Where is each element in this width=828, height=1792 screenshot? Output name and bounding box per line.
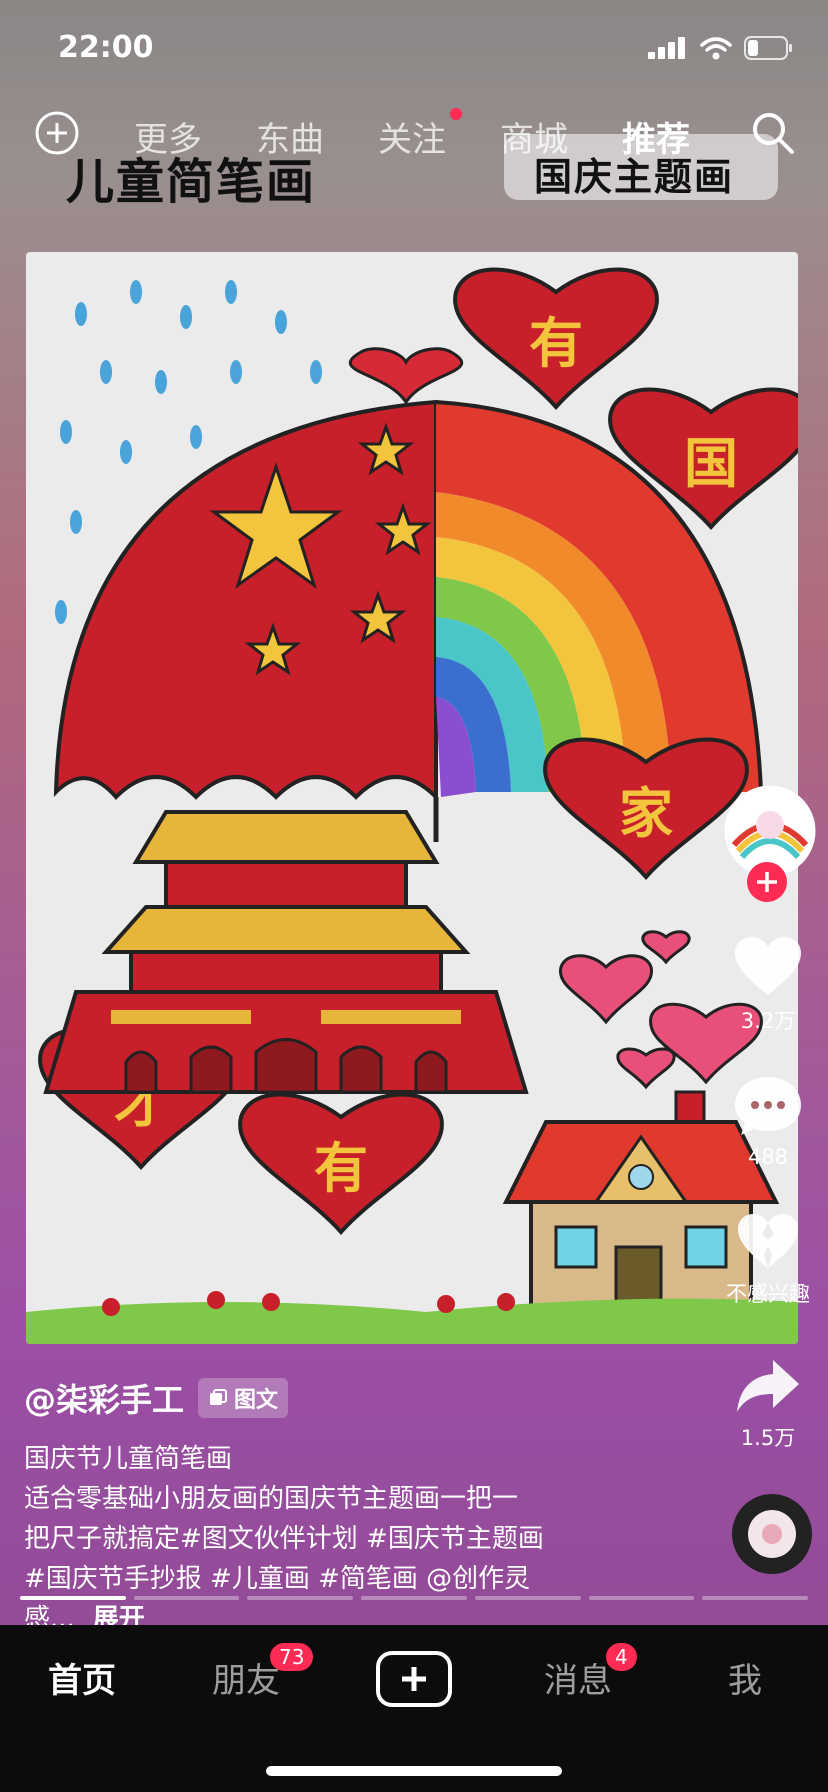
top-nav: 更多 东曲 关注 商城 推荐 — [0, 100, 828, 190]
carousel-segment — [588, 1596, 695, 1600]
heart-char-2: 国 — [684, 432, 738, 495]
images-icon — [210, 1389, 228, 1405]
music-disc-icon[interactable] — [730, 1492, 814, 1576]
share-count: 1.5万 — [740, 1426, 796, 1450]
carousel-segment — [474, 1596, 581, 1600]
post-type-chip: 图文 — [198, 1378, 289, 1418]
create-post-button[interactable] — [376, 1651, 452, 1707]
caption-line-1: 国庆节儿童简笔画 — [24, 1444, 233, 1474]
share-action[interactable]: 1.5万 — [718, 1358, 818, 1452]
like-action[interactable]: 3.2万 — [718, 935, 818, 1035]
search-icon[interactable] — [750, 110, 796, 156]
heart-char-3: 家 — [619, 782, 673, 845]
messages-badge: 4 — [606, 1643, 637, 1671]
heart-icon[interactable] — [733, 935, 803, 997]
status-icons — [648, 36, 794, 60]
home-indicator — [266, 1766, 562, 1776]
tab-mall[interactable]: 商城 — [500, 112, 568, 161]
comment-icon[interactable] — [733, 1075, 803, 1137]
caption-line-2: 适合零基础小朋友画的国庆节主题画一把一 — [24, 1484, 519, 1514]
carousel-segment — [20, 1596, 126, 1600]
status-bar: 22:00 — [0, 0, 828, 100]
tab-recommend[interactable]: 推荐 — [622, 112, 690, 161]
tab-home[interactable]: 首页 — [48, 1653, 116, 1702]
share-icon[interactable] — [735, 1358, 801, 1414]
caption-line-4: #国庆节手抄报 #儿童画 #简笔画 @创作灵 — [24, 1564, 531, 1594]
add-icon[interactable] — [34, 110, 80, 156]
author-row: @柒彩手工 图文 — [24, 1375, 624, 1421]
battery-icon — [744, 36, 792, 60]
tab-more[interactable]: 更多 — [134, 112, 202, 161]
not-interested-action[interactable]: 不感兴趣 — [718, 1212, 818, 1308]
carousel-segment — [702, 1596, 809, 1600]
post-type-label: 图文 — [234, 1388, 279, 1413]
tab-dongqu[interactable]: 东曲 — [256, 112, 324, 161]
post-image[interactable]: 有 国 家 才 有 — [26, 252, 798, 1344]
tab-me[interactable]: 我 — [728, 1653, 762, 1702]
status-time: 22:00 — [58, 30, 154, 65]
tab-following[interactable]: 关注 — [378, 112, 446, 161]
author-name[interactable]: @柒彩手工 — [24, 1375, 184, 1421]
caption-text[interactable]: 国庆节儿童简笔画 适合零基础小朋友画的国庆节主题画一把一 把尺子就搞定#图文伙伴… — [24, 1439, 624, 1639]
tab-messages[interactable]: 消息 — [544, 1653, 612, 1702]
carousel-segment — [361, 1596, 467, 1600]
wifi-icon — [700, 37, 732, 60]
author-avatar-block — [718, 785, 818, 902]
following-dot — [450, 108, 462, 120]
follow-plus-icon[interactable] — [746, 861, 788, 903]
carousel-segment — [247, 1596, 354, 1600]
friends-badge: 73 — [270, 1643, 314, 1671]
carousel-progress — [20, 1596, 809, 1600]
poster-illustration: 有 国 家 才 有 — [26, 267, 798, 1344]
broken-heart-icon[interactable] — [736, 1212, 800, 1270]
like-count: 3.2万 — [740, 1009, 796, 1033]
heart-char-1: 有 — [529, 312, 583, 375]
signal-icon — [648, 37, 685, 59]
comment-count: 488 — [747, 1145, 789, 1169]
not-interested-label: 不感兴趣 — [726, 1282, 810, 1306]
carousel-segment — [133, 1596, 240, 1600]
comment-action[interactable]: 488 — [718, 1075, 818, 1169]
caption-line-3: 把尺子就搞定#图文伙伴计划 #国庆节主题画 — [24, 1524, 544, 1554]
heart-char-5: 有 — [314, 1137, 368, 1200]
